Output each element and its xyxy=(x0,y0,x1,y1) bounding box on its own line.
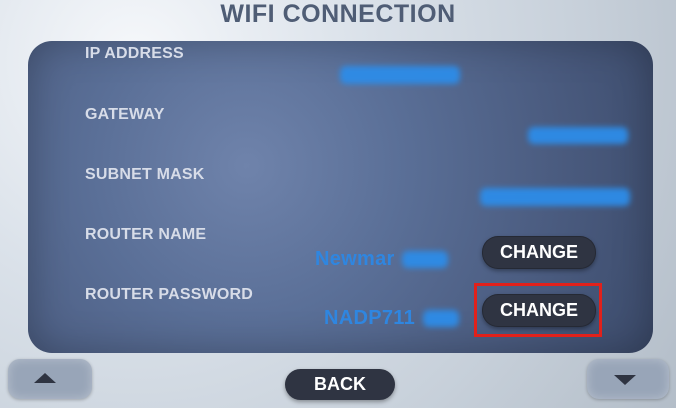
page-title: WIFI CONNECTION xyxy=(220,0,456,28)
router-password-value: NADP711 xyxy=(324,307,459,330)
down-arrow-icon xyxy=(614,375,636,385)
gateway-value xyxy=(528,127,628,150)
router-password-visible-text: NADP711 xyxy=(324,307,416,329)
wifi-connection-screen: WIFI CONNECTION IP ADDRESS GATEWAY SUBNE… xyxy=(0,0,676,408)
router-name-visible-text: Newmar xyxy=(315,248,395,270)
subnet-mask-value xyxy=(480,188,630,212)
router-name-value: Newmar xyxy=(315,248,449,271)
router-name-label: ROUTER NAME xyxy=(85,226,207,243)
scroll-down-button[interactable] xyxy=(587,359,669,399)
subnet-mask-label: SUBNET MASK xyxy=(85,166,205,183)
change-router-name-button[interactable]: CHANGE xyxy=(482,236,596,269)
change-password-highlight xyxy=(474,283,602,337)
scroll-up-button[interactable] xyxy=(8,359,92,399)
ip-address-label: IP ADDRESS xyxy=(85,45,184,62)
up-arrow-icon xyxy=(34,373,56,383)
gateway-label: GATEWAY xyxy=(85,106,165,123)
ip-address-value xyxy=(340,66,460,90)
back-button[interactable]: BACK xyxy=(285,369,395,400)
router-password-label: ROUTER PASSWORD xyxy=(85,286,254,303)
